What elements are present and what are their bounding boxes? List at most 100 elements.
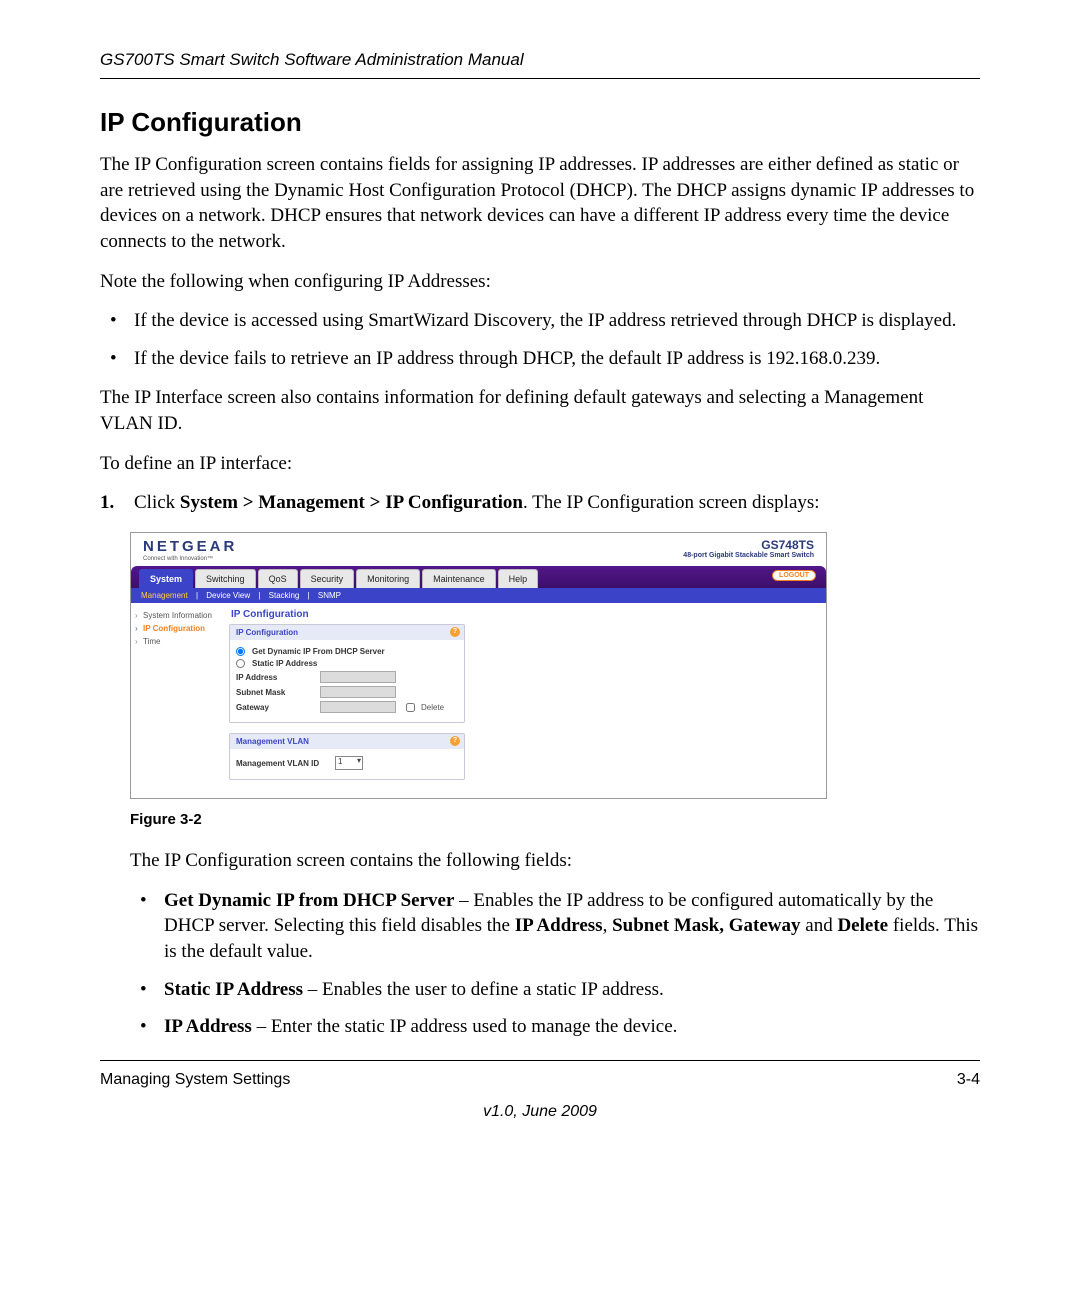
panel-ip-config: IP Configuration ? Get Dynamic IP From D… [229,624,465,723]
note-bullet-list: If the device is accessed using SmartWiz… [100,308,980,371]
panel-head-ip: IP Configuration ? [230,625,464,640]
bullet-item: If the device fails to retrieve an IP ad… [100,346,980,372]
field-mid: and [801,915,838,936]
input-subnet-mask[interactable] [320,686,396,698]
row-mvlan-id: Management VLAN ID 1 [236,756,458,770]
panel-head-text: Management VLAN [236,737,309,746]
panel-body-mvlan: Management VLAN ID 1 [230,749,464,779]
subnav-stacking[interactable]: Stacking [269,591,300,600]
footer-rule [100,1060,980,1061]
help-icon[interactable]: ? [450,736,460,746]
row-ip-address: IP Address [236,671,458,683]
tab-help[interactable]: Help [498,569,539,588]
sidebar-item-ip-config[interactable]: IP Configuration [135,622,225,635]
footer-right: 3-4 [957,1071,980,1089]
figure-screenshot: NETGEAR Connect with Innovation™ GS748TS… [130,532,827,799]
screenshot-topbar: NETGEAR Connect with Innovation™ GS748TS… [131,533,826,566]
field-bold: Subnet Mask, Gateway [612,915,800,936]
radio-static[interactable] [236,659,245,668]
label-subnet-mask: Subnet Mask [236,688,316,697]
step-suffix: . The IP Configuration screen displays: [523,492,820,513]
field-desc: – Enter the static IP address used to ma… [252,1016,678,1037]
tab-qos[interactable]: QoS [258,569,298,588]
panel-head-mvlan: Management VLAN ? [230,734,464,749]
field-item: Static IP Address – Enables the user to … [130,977,980,1003]
field-bold: Delete [837,915,888,936]
footer-left: Managing System Settings [100,1071,290,1089]
label-ip-address: IP Address [236,673,316,682]
field-bold: IP Address [515,915,603,936]
fields-intro: The IP Configuration screen contains the… [130,848,980,874]
field-item: IP Address – Enter the static IP address… [130,1014,980,1040]
radio-dhcp-label: Get Dynamic IP From DHCP Server [252,647,458,656]
subnav-snmp[interactable]: SNMP [318,591,341,600]
field-name: Get Dynamic IP from DHCP Server [164,890,454,911]
input-ip-address[interactable] [320,671,396,683]
field-desc: – Enables the user to define a static IP… [303,979,664,1000]
tab-system[interactable]: System [139,569,193,588]
panel-management-vlan: Management VLAN ? Management VLAN ID 1 [229,733,465,780]
footer-version: v1.0, June 2009 [100,1103,980,1121]
bullet-item: If the device is accessed using SmartWiz… [100,308,980,334]
radio-dhcp[interactable] [236,647,245,656]
to-define-paragraph: To define an IP interface: [100,451,980,477]
main-tab-row: System Switching QoS Security Monitoring… [131,566,826,588]
tab-maintenance[interactable]: Maintenance [422,569,496,588]
select-mvlan-id[interactable]: 1 [335,756,363,770]
subnav-sep: | [196,591,198,600]
row-subnet-mask: Subnet Mask [236,686,458,698]
row-gateway: Gateway Delete [236,701,458,713]
row-dhcp-radio: Get Dynamic IP From DHCP Server [236,647,458,656]
subnav-management[interactable]: Management [141,591,188,600]
sidebar: System Information IP Configuration Time [131,603,229,798]
section-heading: IP Configuration [100,107,980,138]
panel-body-ip: Get Dynamic IP From DHCP Server Static I… [230,640,464,722]
product-label: GS748TS 48-port Gigabit Stackable Smart … [683,539,814,560]
field-item: Get Dynamic IP from DHCP Server – Enable… [130,888,980,965]
checkbox-delete[interactable] [406,703,415,712]
step-prefix: Click [134,492,180,513]
row-static-radio: Static IP Address [236,659,458,668]
product-model: GS748TS [683,539,814,552]
help-icon[interactable]: ? [450,627,460,637]
sidebar-item-system-info[interactable]: System Information [135,609,225,622]
subnav-sep: | [308,591,310,600]
step-item: 1. Click System > Management > IP Config… [100,490,980,516]
manual-header-title: GS700TS Smart Switch Software Administra… [100,50,980,70]
product-desc: 48-port Gigabit Stackable Smart Switch [683,552,814,560]
netgear-logo: NETGEAR Connect with Innovation™ [143,539,237,562]
delete-checkbox-group: Delete [406,703,444,712]
sidebar-item-time[interactable]: Time [135,635,225,648]
label-delete: Delete [421,703,444,712]
logo-text: NETGEAR [143,538,237,555]
fields-list: Get Dynamic IP from DHCP Server – Enable… [130,888,980,1040]
tab-security[interactable]: Security [300,569,355,588]
main-panel-area: IP Configuration IP Configuration ? Get … [229,603,826,798]
field-name: Static IP Address [164,979,303,1000]
label-gateway: Gateway [236,703,316,712]
steps-list: 1. Click System > Management > IP Config… [100,490,980,516]
input-gateway[interactable] [320,701,396,713]
tab-monitoring[interactable]: Monitoring [356,569,420,588]
sub-nav: Management | Device View | Stacking | SN… [131,588,826,603]
logout-button[interactable]: LOGOUT [772,570,816,581]
page-title: IP Configuration [231,609,818,620]
panel-head-text: IP Configuration [236,628,298,637]
screenshot-body: System Information IP Configuration Time… [131,603,826,798]
footer-row: Managing System Settings 3-4 [100,1071,980,1089]
step-path: System > Management > IP Configuration [180,492,523,513]
subnav-sep: | [258,591,260,600]
header-rule [100,78,980,79]
note-lead: Note the following when configuring IP A… [100,269,980,295]
tab-switching[interactable]: Switching [195,569,256,588]
subnav-device-view[interactable]: Device View [206,591,250,600]
field-name: IP Address [164,1016,252,1037]
logo-tagline: Connect with Innovation™ [143,556,237,562]
after-bullets-paragraph: The IP Interface screen also contains in… [100,385,980,436]
figure-caption: Figure 3-2 [130,811,980,828]
label-mvlan-id: Management VLAN ID [236,759,331,768]
radio-static-label: Static IP Address [252,659,458,668]
field-sep: , [603,915,613,936]
intro-paragraph: The IP Configuration screen contains fie… [100,152,980,255]
step-number: 1. [100,490,114,516]
